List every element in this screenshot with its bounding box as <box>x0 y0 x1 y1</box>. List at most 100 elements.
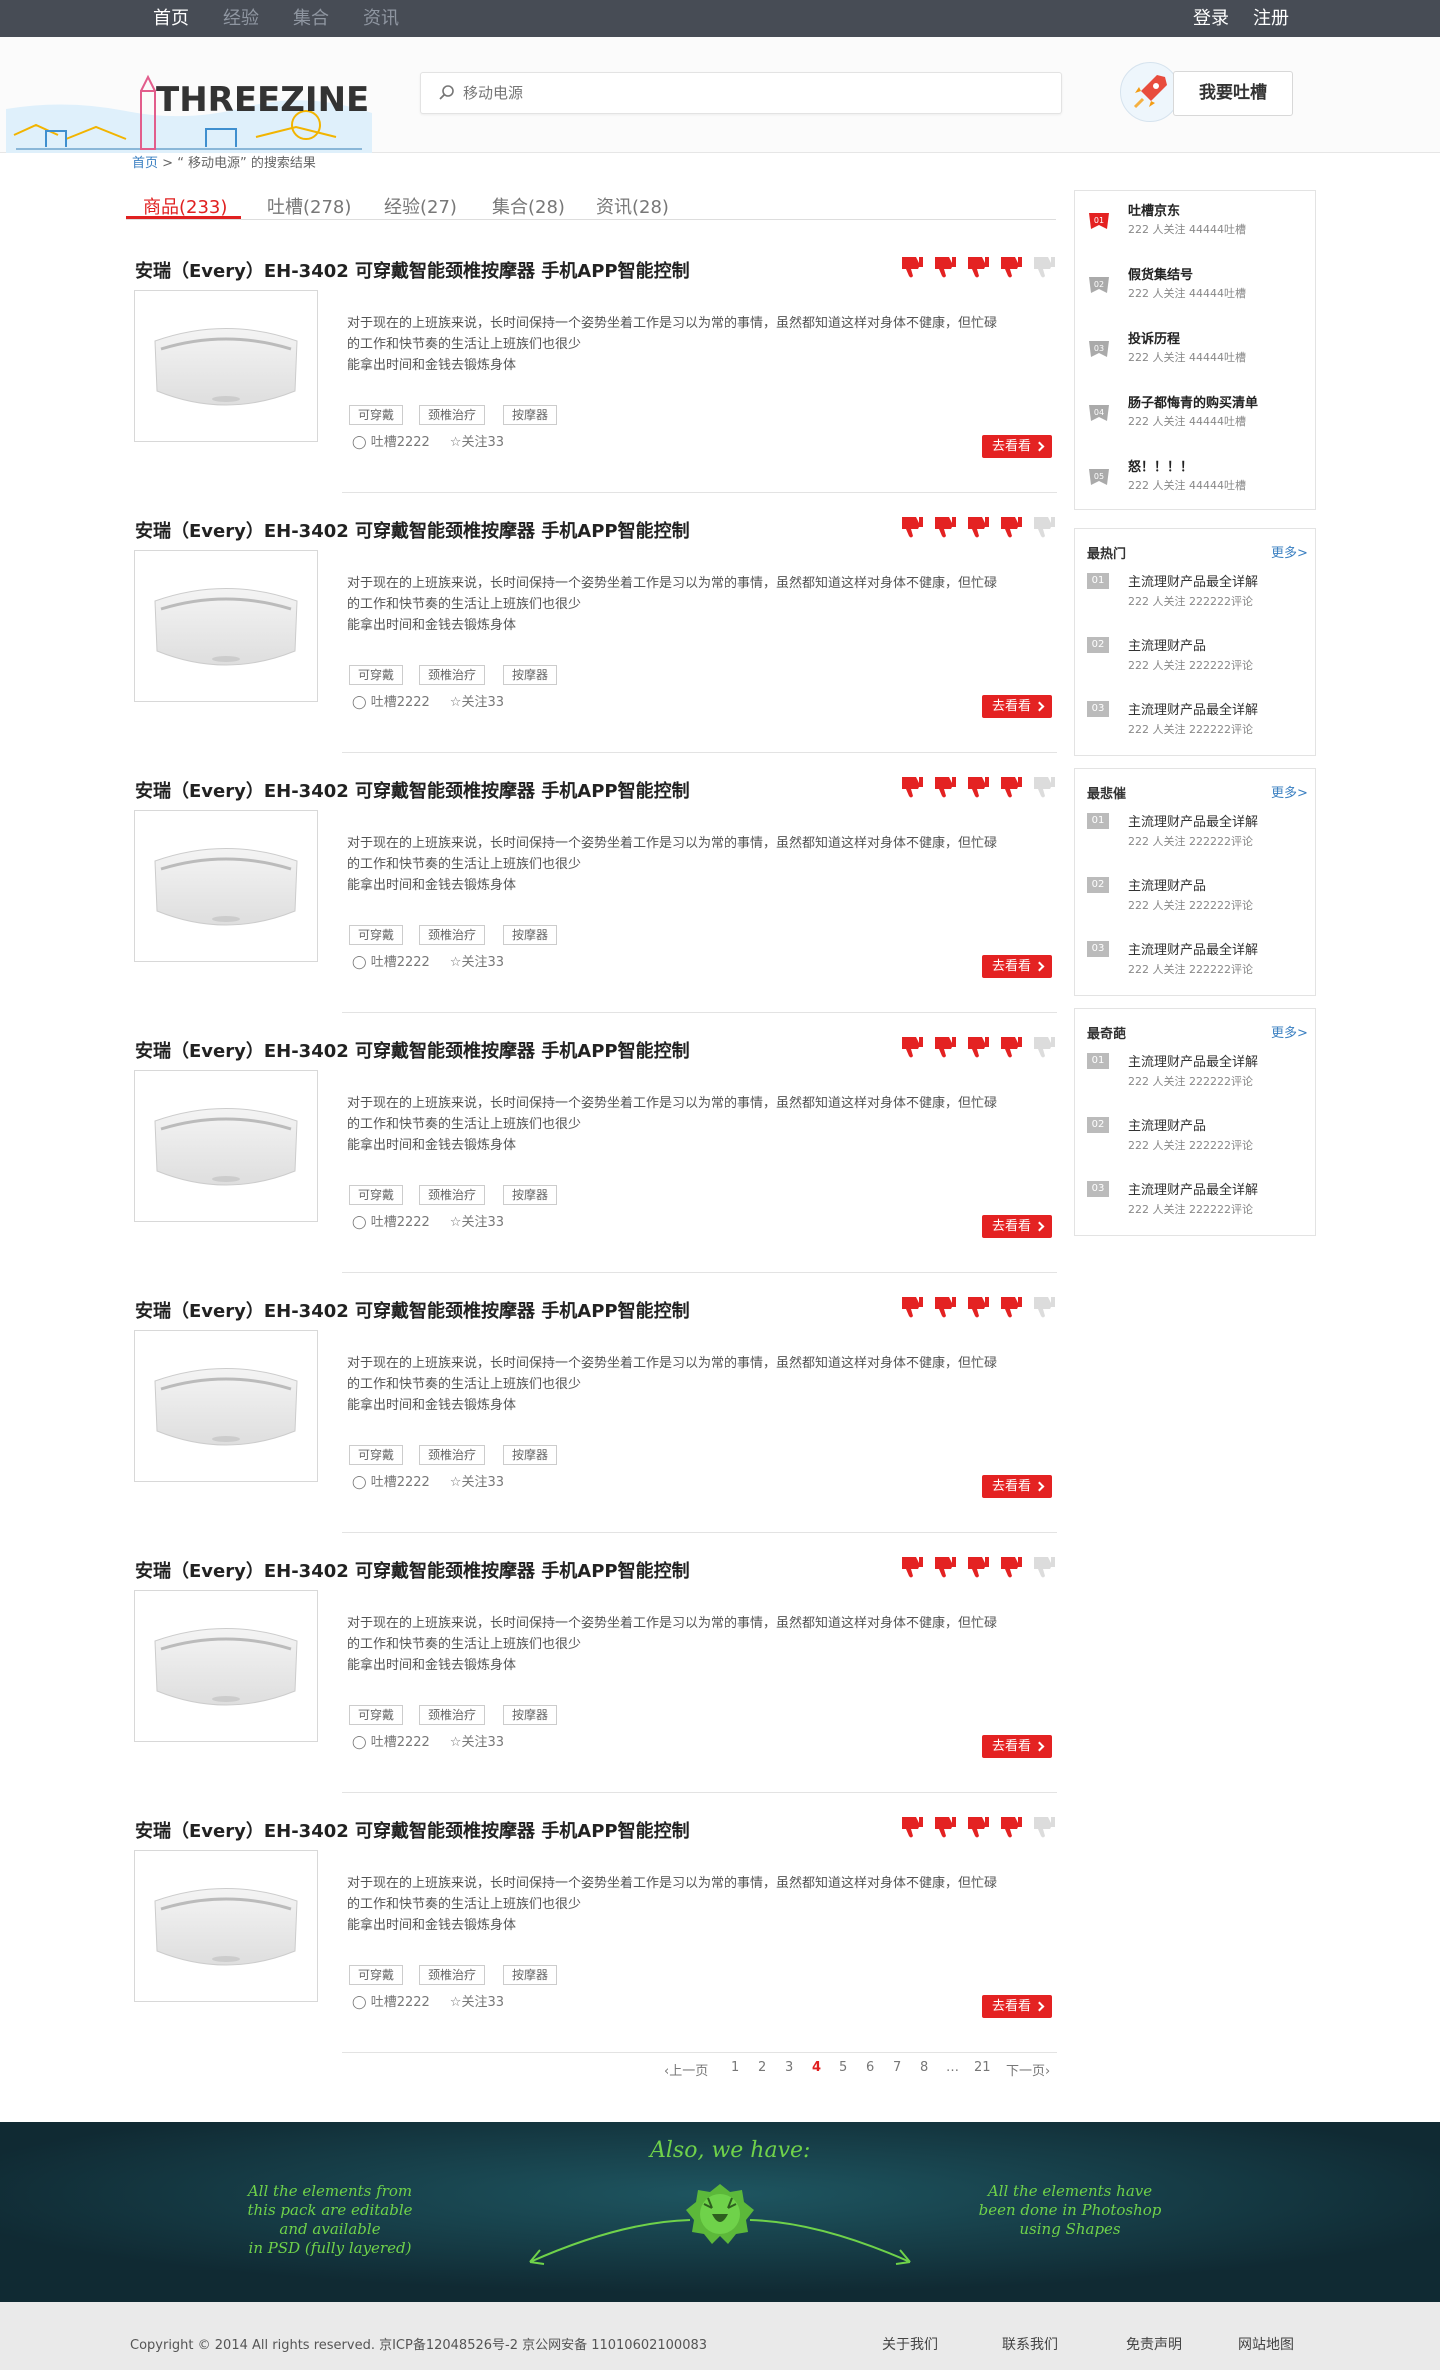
tag[interactable]: 颈椎治疗 <box>419 1705 486 1725</box>
comment-count[interactable]: ◯ 吐槽2222 <box>352 695 430 710</box>
side-box-row[interactable]: 02 主流理财产品 222 人关注 222222评论 <box>1087 635 1312 685</box>
page-4-current[interactable]: 4 <box>812 2060 821 2075</box>
comment-count[interactable]: ◯ 吐槽2222 <box>352 1475 430 1490</box>
row-title[interactable]: 主流理财产品最全详解 <box>1128 699 1258 718</box>
page-1[interactable]: 1 <box>731 2060 739 2075</box>
page-3[interactable]: 3 <box>785 2060 793 2075</box>
nav-link-experience[interactable]: 经验 <box>223 0 259 37</box>
row-title[interactable]: 主流理财产品最全详解 <box>1128 811 1258 830</box>
tag[interactable]: 可穿戴 <box>349 405 404 425</box>
complain-button[interactable]: 我要吐槽 <box>1173 71 1293 116</box>
view-button[interactable]: 去看看 <box>982 435 1052 458</box>
tag[interactable]: 可穿戴 <box>349 1965 404 1985</box>
product-image[interactable] <box>134 1590 318 1742</box>
comment-count[interactable]: ◯ 吐槽2222 <box>352 955 430 970</box>
ranking-item[interactable]: 03 投诉历程 222 人关注 44444吐槽 <box>1075 319 1317 383</box>
page-21[interactable]: 21 <box>974 2060 991 2075</box>
row-title[interactable]: 主流理财产品最全详解 <box>1128 1179 1258 1198</box>
ranking-name[interactable]: 怒！！！！ <box>1128 456 1193 475</box>
tag[interactable]: 按摩器 <box>503 1965 558 1985</box>
ranking-item[interactable]: 05 怒！！！！ 222 人关注 44444吐槽 <box>1075 447 1317 511</box>
tag[interactable]: 颈椎治疗 <box>419 925 486 945</box>
tag[interactable]: 按摩器 <box>503 1445 558 1465</box>
tag[interactable]: 按摩器 <box>503 925 558 945</box>
footer-contact[interactable]: 联系我们 <box>1002 2334 1058 2354</box>
breadcrumb-home[interactable]: 首页 <box>132 156 158 171</box>
ranking-name[interactable]: 肠子都悔青的购买清单 <box>1128 392 1258 411</box>
row-title[interactable]: 主流理财产品最全详解 <box>1128 939 1258 958</box>
view-button[interactable]: 去看看 <box>982 1995 1052 2018</box>
product-image[interactable] <box>134 1330 318 1482</box>
product-title[interactable]: 安瑞（Every）EH-3402 可穿戴智能颈椎按摩器 手机APP智能控制 <box>135 777 690 803</box>
more-link[interactable]: 更多> <box>1271 542 1308 561</box>
follow-count[interactable]: ☆关注33 <box>450 1475 504 1490</box>
footer-sitemap[interactable]: 网站地图 <box>1238 2334 1294 2354</box>
side-box-row[interactable]: 03 主流理财产品最全详解 222 人关注 222222评论 <box>1087 1179 1312 1229</box>
product-title[interactable]: 安瑞（Every）EH-3402 可穿戴智能颈椎按摩器 手机APP智能控制 <box>135 1817 690 1843</box>
ranking-name[interactable]: 假货集结号 <box>1128 264 1193 283</box>
product-image[interactable] <box>134 550 318 702</box>
product-image[interactable] <box>134 1070 318 1222</box>
page-7[interactable]: 7 <box>893 2060 901 2075</box>
comment-count[interactable]: ◯ 吐槽2222 <box>352 1215 430 1230</box>
product-title[interactable]: 安瑞（Every）EH-3402 可穿戴智能颈椎按摩器 手机APP智能控制 <box>135 1297 690 1323</box>
more-link[interactable]: 更多> <box>1271 1022 1308 1041</box>
ranking-item[interactable]: 01 吐槽京东 222 人关注 44444吐槽 <box>1075 191 1317 255</box>
prev-page[interactable]: ‹上一页 <box>664 2060 708 2079</box>
row-title[interactable]: 主流理财产品最全详解 <box>1128 571 1258 590</box>
footer-disclaimer[interactable]: 免责声明 <box>1126 2334 1182 2354</box>
follow-count[interactable]: ☆关注33 <box>450 955 504 970</box>
ranking-item[interactable]: 04 肠子都悔青的购买清单 222 人关注 44444吐槽 <box>1075 383 1317 447</box>
side-box-row[interactable]: 03 主流理财产品最全详解 222 人关注 222222评论 <box>1087 939 1312 989</box>
tag[interactable]: 颈椎治疗 <box>419 405 486 425</box>
tag[interactable]: 可穿戴 <box>349 1445 404 1465</box>
row-title[interactable]: 主流理财产品 <box>1128 1115 1206 1134</box>
product-image[interactable] <box>134 810 318 962</box>
follow-count[interactable]: ☆关注33 <box>450 695 504 710</box>
page-8[interactable]: 8 <box>920 2060 928 2075</box>
login-link[interactable]: 登录 <box>1193 0 1229 37</box>
nav-link-news[interactable]: 资讯 <box>363 0 399 37</box>
follow-count[interactable]: ☆关注33 <box>450 1735 504 1750</box>
tag[interactable]: 可穿戴 <box>349 925 404 945</box>
tag[interactable]: 可穿戴 <box>349 1185 404 1205</box>
product-title[interactable]: 安瑞（Every）EH-3402 可穿戴智能颈椎按摩器 手机APP智能控制 <box>135 257 690 283</box>
tag[interactable]: 可穿戴 <box>349 1705 404 1725</box>
tag[interactable]: 颈椎治疗 <box>419 1445 486 1465</box>
tab-news[interactable]: 资讯(28) <box>596 193 669 219</box>
tab-complaints[interactable]: 吐槽(278) <box>267 193 351 219</box>
page-5[interactable]: 5 <box>839 2060 847 2075</box>
side-box-row[interactable]: 01 主流理财产品最全详解 222 人关注 222222评论 <box>1087 571 1312 621</box>
side-box-row[interactable]: 03 主流理财产品最全详解 222 人关注 222222评论 <box>1087 699 1312 749</box>
row-title[interactable]: 主流理财产品 <box>1128 875 1206 894</box>
tab-experience[interactable]: 经验(27) <box>384 193 457 219</box>
side-box-row[interactable]: 02 主流理财产品 222 人关注 222222评论 <box>1087 1115 1312 1165</box>
side-box-row[interactable]: 02 主流理财产品 222 人关注 222222评论 <box>1087 875 1312 925</box>
tag[interactable]: 按摩器 <box>503 405 558 425</box>
comment-count[interactable]: ◯ 吐槽2222 <box>352 435 430 450</box>
tag[interactable]: 按摩器 <box>503 1705 558 1725</box>
search-input[interactable] <box>463 73 1043 113</box>
follow-count[interactable]: ☆关注33 <box>450 435 504 450</box>
view-button[interactable]: 去看看 <box>982 1475 1052 1498</box>
row-title[interactable]: 主流理财产品 <box>1128 635 1206 654</box>
tag[interactable]: 颈椎治疗 <box>419 665 486 685</box>
comment-count[interactable]: ◯ 吐槽2222 <box>352 1735 430 1750</box>
view-button[interactable]: 去看看 <box>982 1215 1052 1238</box>
tag[interactable]: 按摩器 <box>503 1185 558 1205</box>
tag[interactable]: 按摩器 <box>503 665 558 685</box>
tag[interactable]: 颈椎治疗 <box>419 1185 486 1205</box>
side-box-row[interactable]: 01 主流理财产品最全详解 222 人关注 222222评论 <box>1087 811 1312 861</box>
ranking-item[interactable]: 02 假货集结号 222 人关注 44444吐槽 <box>1075 255 1317 319</box>
footer-about[interactable]: 关于我们 <box>882 2334 938 2354</box>
side-box-row[interactable]: 01 主流理财产品最全详解 222 人关注 222222评论 <box>1087 1051 1312 1101</box>
page-2[interactable]: 2 <box>758 2060 766 2075</box>
product-title[interactable]: 安瑞（Every）EH-3402 可穿戴智能颈椎按摩器 手机APP智能控制 <box>135 1557 690 1583</box>
row-title[interactable]: 主流理财产品最全详解 <box>1128 1051 1258 1070</box>
site-logo[interactable]: THREEZINE <box>6 69 372 153</box>
product-title[interactable]: 安瑞（Every）EH-3402 可穿戴智能颈椎按摩器 手机APP智能控制 <box>135 1037 690 1063</box>
tab-collections[interactable]: 集合(28) <box>492 193 565 219</box>
register-link[interactable]: 注册 <box>1253 0 1289 37</box>
tag[interactable]: 颈椎治疗 <box>419 1965 486 1985</box>
more-link[interactable]: 更多> <box>1271 782 1308 801</box>
